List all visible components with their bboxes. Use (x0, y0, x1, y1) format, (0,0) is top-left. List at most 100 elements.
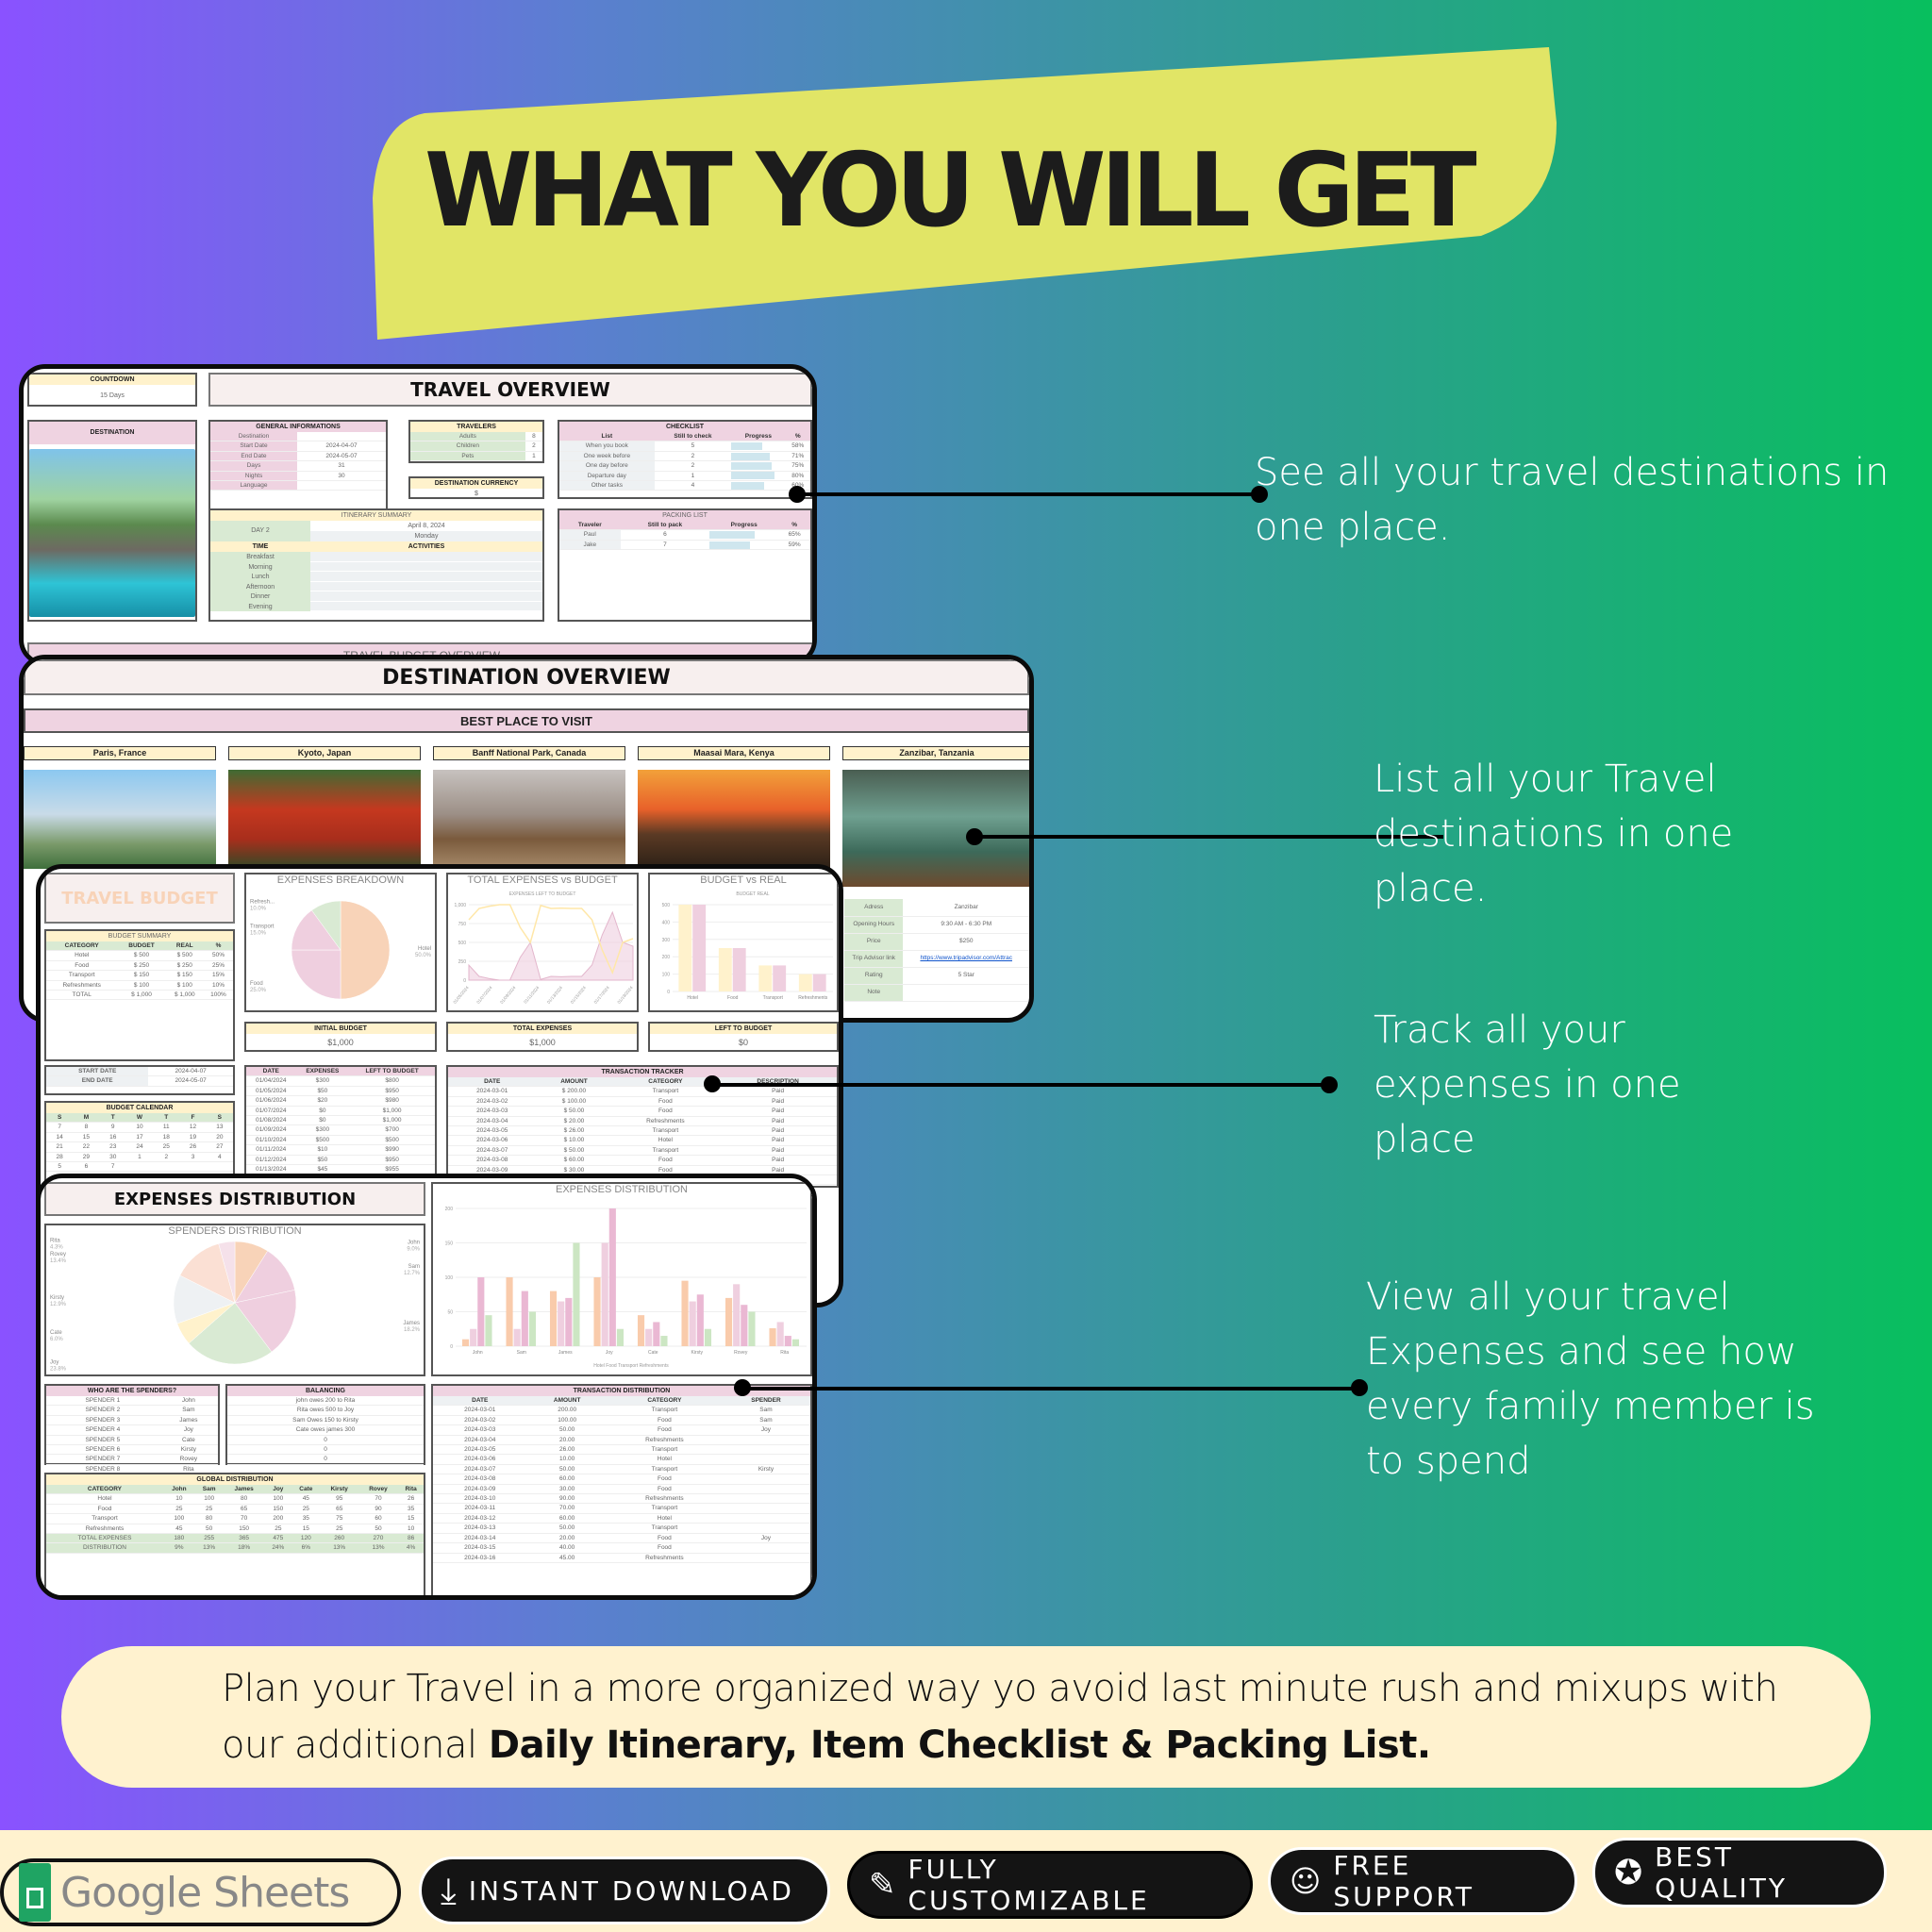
cell: SPENDER 6 (46, 1444, 159, 1456)
progress-row: When you book 5 58% (559, 441, 810, 452)
bar (521, 1291, 528, 1346)
cell: 95 (320, 1493, 358, 1505)
bar (461, 1339, 470, 1346)
cell: Sam (721, 1415, 810, 1426)
cell: Paid (719, 1125, 837, 1137)
badge-instant-download: ⤓ INSTANT DOWNLOAD (419, 1857, 830, 1924)
cell: DATE (448, 1077, 537, 1088)
x-tick-label: 01/11/2024 (523, 985, 540, 1005)
cell: 200 (264, 1513, 291, 1524)
y-tick-label: 200 (662, 955, 671, 960)
destination-detail-row: Adress Zanzibar (844, 899, 1029, 917)
detail-value[interactable]: https://www.tripadvisor.com/Attrac (903, 950, 1029, 968)
cell: T (153, 1113, 180, 1124)
progress-fill (731, 461, 773, 470)
callout-connector-4 (741, 1387, 1360, 1391)
cell: 35 (398, 1504, 424, 1515)
cell: $980 (349, 1095, 435, 1107)
y-tick-label: 0 (667, 990, 670, 995)
cell: AMOUNT (526, 1396, 608, 1407)
bar (769, 1328, 776, 1346)
countdown-value: 15 Days (100, 392, 125, 399)
row-percent: 75% (785, 460, 810, 472)
cell: 70 (358, 1493, 399, 1505)
pie-label: John (408, 1241, 420, 1246)
callout-list-destinations: List all your Travel destinations in one… (1374, 758, 1734, 910)
activity-cell[interactable] (310, 581, 542, 591)
place-name: Banff National Park, Canada (433, 746, 625, 760)
activity-cell[interactable] (310, 552, 542, 562)
progress-fill (731, 442, 763, 451)
bar (758, 965, 773, 991)
cell: 19 (179, 1132, 207, 1143)
time-slot: Evening (210, 601, 310, 611)
cell: Transport (611, 1145, 720, 1157)
bar (645, 1328, 653, 1346)
activity-cell[interactable] (310, 572, 542, 582)
destination-detail-row: Note (844, 984, 1029, 1002)
cell: 260 (320, 1533, 358, 1544)
pie-percent-label: 4.3% (50, 1245, 63, 1251)
cell: $300 (295, 1124, 350, 1136)
bar (637, 1315, 645, 1346)
cell: SPENDER (721, 1396, 810, 1407)
cell (153, 1161, 180, 1173)
pie-percent-label: 12.9% (50, 1302, 67, 1307)
transaction-dist-row: 2024-03-10 90.00 Refreshments (433, 1493, 810, 1505)
cell: 26 (398, 1493, 424, 1505)
transaction-tracker-title: TRANSACTION TRACKER (448, 1067, 837, 1077)
cell: 50% (203, 950, 233, 961)
callout-dot-1a (789, 486, 806, 503)
itinerary-date-select[interactable]: April 8, 2024 (310, 521, 542, 531)
cell: 25 (264, 1524, 291, 1535)
pie-percent-label: 23.8% (50, 1367, 67, 1373)
cell: END DATE (46, 1075, 149, 1087)
activity-cell[interactable] (310, 561, 542, 572)
cell: Sam (158, 1405, 218, 1416)
cell: SPENDER 1 (46, 1396, 159, 1407)
cell: $50 (295, 1155, 350, 1166)
cell: Transport (46, 970, 118, 981)
x-tick-label: 01/05/2024 (452, 985, 470, 1005)
kpi-value: $0 (738, 1038, 748, 1047)
cell: Sam (194, 1485, 224, 1495)
cell: $ 26.00 (536, 1125, 612, 1137)
row-count: 5 (654, 441, 732, 452)
activity-cell[interactable] (310, 591, 542, 602)
destination-label: DESTINATION (29, 422, 195, 444)
cell: CATEGORY (607, 1396, 722, 1407)
bar (812, 974, 826, 991)
chart-legend: Hotel Food Transport Refreshments (593, 1363, 669, 1369)
cell: 100.00 (526, 1415, 608, 1426)
expenses-vs-budget-chart: TOTAL EXPENSES vs BUDGET EXPENSES LEFT T… (446, 873, 639, 1012)
table-header: DATE EXPENSES LEFT TO BUDGET (246, 1067, 435, 1077)
checklist-box: CHECKLIST List Still to check Progress% Whe… (558, 420, 812, 499)
x-tick-label: Rita (780, 1350, 789, 1356)
y-tick-label: 300 (662, 938, 671, 943)
cell: 15 (398, 1513, 424, 1524)
transaction-row: 2024-03-04 $ 20.00 Refreshments Paid (448, 1116, 837, 1127)
row-count: 2 (654, 451, 732, 462)
destination-overview-title: DESTINATION OVERVIEW (24, 659, 1029, 695)
balance-row: john owes 200 to Rita (227, 1396, 424, 1407)
destination-detail-row: Opening Hours 9:30 AM - 6:30 PM (844, 916, 1029, 934)
cell: START DATE (46, 1067, 149, 1077)
cell: $990 (349, 1144, 435, 1156)
y-tick-label: 150 (445, 1241, 454, 1247)
cell: Transport (611, 1125, 720, 1137)
bar (513, 1328, 521, 1346)
pie-percent-label: 25.0% (250, 988, 267, 993)
transaction-row: 2024-03-08 $ 60.00 Food Paid (448, 1155, 837, 1166)
row-count: 1 (654, 471, 732, 482)
cell: 2024-03-14 (433, 1533, 527, 1544)
general-info-row: Language (210, 480, 386, 491)
cell: Transport (607, 1464, 722, 1475)
cell: 200.00 (526, 1405, 608, 1416)
activity-cell[interactable] (310, 601, 542, 611)
cell (179, 1161, 207, 1173)
cell: 10 (162, 1493, 195, 1505)
itinerary-row: Lunch (210, 572, 542, 582)
place-photo (433, 770, 625, 869)
budget-summary-row: Food $ 250 $ 250 25% (46, 960, 233, 972)
row-count: 4 (654, 480, 732, 491)
